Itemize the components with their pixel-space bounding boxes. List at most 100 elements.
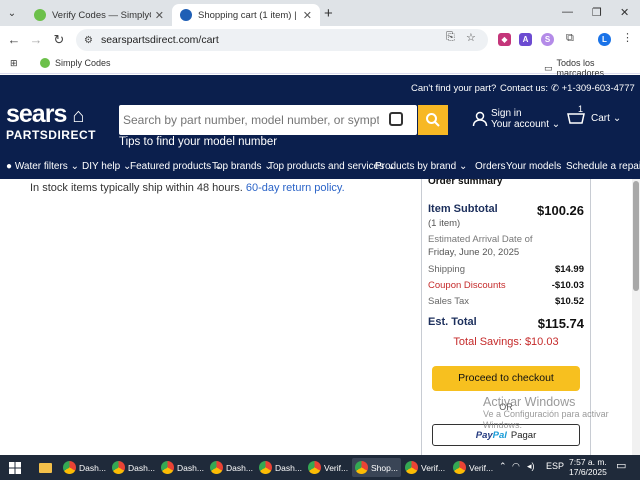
scrollbar-thumb[interactable] <box>633 181 639 291</box>
nav-schedule-repair[interactable]: Schedule a repair <box>566 161 640 172</box>
stock-text: In stock items typically ship within 48 … <box>30 182 243 194</box>
address-bar[interactable]: ⚙ searspartsdirect.com/cart <box>76 29 488 51</box>
taskbar-chrome-verif-1[interactable]: Verif... <box>305 458 351 477</box>
nav-label: Water filters <box>14 161 68 172</box>
chrome-icon <box>210 461 223 474</box>
tax-value: $10.52 <box>554 296 584 307</box>
tab-list-icon[interactable]: ⌄ <box>4 6 20 22</box>
site-header: Can't find your part? Contact us: ✆ +1-3… <box>0 75 640 179</box>
close-tab-icon[interactable]: ✕ <box>303 9 312 22</box>
chrome-icon <box>308 461 321 474</box>
subtotal-label: Item Subtotal <box>428 203 498 215</box>
taskbar-chrome-shop[interactable]: Shop... <box>352 458 401 477</box>
browser-toolbar: ← → ↻ ⚙ searspartsdirect.com/cart ⎘ ☆ ◆ … <box>0 26 640 54</box>
phone-number: +1-309-603-4777 <box>561 83 635 94</box>
search-icon <box>426 113 440 127</box>
taskbar-chrome-verif-3[interactable]: Verif... <box>450 458 496 477</box>
search-box <box>119 105 417 135</box>
volume-icon[interactable]: ◂) <box>527 461 535 472</box>
chevron-down-icon: ⌄ <box>551 119 561 130</box>
bookmark-simply-codes[interactable]: Simply Codes <box>40 58 111 68</box>
taskbar-chrome-dash-4[interactable]: Dash... <box>207 458 256 477</box>
close-window-icon[interactable]: ✕ <box>620 6 629 19</box>
taskbar-label: Dash... <box>128 462 155 473</box>
sears-logo[interactable]: sears ⌂ PARTSDIRECT <box>6 101 96 141</box>
nav-orders[interactable]: Orders <box>475 161 506 172</box>
restore-window-icon[interactable]: ❐ <box>592 6 602 19</box>
taskbar-clock[interactable]: 7:57 a. m. 17/6/2025 <box>569 457 607 477</box>
paypal-label: Pagar <box>510 429 537 441</box>
account-label: Your account <box>491 119 550 130</box>
reload-icon[interactable]: ↻ <box>51 32 67 48</box>
taskbar-chrome-dash-1[interactable]: Dash... <box>60 458 109 477</box>
phone-icon: ✆ <box>551 83 559 94</box>
chrome-icon <box>259 461 272 474</box>
network-wifi-icon[interactable]: ◠ <box>512 461 520 472</box>
search-button[interactable] <box>418 105 448 135</box>
file-explorer-icon[interactable] <box>36 458 55 477</box>
cart-count-badge: 1 <box>578 104 584 114</box>
close-tab-icon[interactable]: ✕ <box>155 9 164 22</box>
simplycodes-icon <box>40 58 50 68</box>
coupon-label: Coupon Discounts <box>428 280 506 291</box>
nav-your-models[interactable]: Your models <box>506 161 561 172</box>
taskbar-chrome-verif-2[interactable]: Verif... <box>402 458 448 477</box>
nav-top-brands[interactable]: Top brands ⌄ <box>212 161 273 172</box>
scan-model-icon[interactable] <box>389 112 403 126</box>
search-input[interactable] <box>119 105 379 135</box>
folder-icon: ▭ <box>544 62 553 73</box>
taskbar-chrome-dash-3[interactable]: Dash... <box>158 458 207 477</box>
start-windows-icon[interactable] <box>6 458 24 477</box>
watermark-title: Activar Windows <box>483 395 576 409</box>
extension-sc-icon[interactable]: S <box>541 33 554 46</box>
cart-button[interactable]: 1 Cart ⌄ <box>566 104 621 126</box>
windows-taskbar: Dash... Dash... Dash... Dash... Dash... … <box>0 455 640 480</box>
nav-water-filters[interactable]: ● Water filters ⌄ <box>6 161 79 172</box>
site-info-icon[interactable]: ⚙ <box>84 35 93 46</box>
extensions-puzzle-icon[interactable]: ⧉ <box>566 32 574 45</box>
bookmark-star-icon[interactable]: ☆ <box>466 31 476 44</box>
page-scrollbar[interactable] <box>632 179 640 455</box>
shipping-value: $14.99 <box>554 264 584 275</box>
clock-time: 7:57 a. m. <box>569 457 607 467</box>
extension-shield-icon[interactable]: ◆ <box>498 33 511 46</box>
chevron-down-icon: ⌄ <box>70 161 79 172</box>
clock-date: 17/6/2025 <box>569 467 607 477</box>
minimize-window-icon[interactable]: — <box>562 6 573 18</box>
taskbar-label: Verif... <box>324 462 349 473</box>
back-arrow-icon[interactable]: ← <box>6 32 22 47</box>
nav-diy-help[interactable]: DIY help ⌄ <box>82 161 131 172</box>
taskbar-chrome-dash-2[interactable]: Dash... <box>109 458 158 477</box>
phone-link[interactable]: ✆ +1-309-603-4777 <box>551 83 635 94</box>
sign-in-button[interactable]: Sign in Your account ⌄ <box>472 108 560 130</box>
new-tab-icon[interactable]: + <box>324 5 333 22</box>
model-number-tips-link[interactable]: Tips to find your model number <box>119 136 277 148</box>
windows-activation-watermark: Activar Windows Ve a Configuración para … <box>483 395 623 431</box>
menu-kebab-icon[interactable]: ⋮ <box>622 31 633 44</box>
notifications-icon[interactable]: ▭ <box>616 459 626 472</box>
tray-chevron-up-icon[interactable]: ⌃ <box>499 461 507 472</box>
house-logo-icon: ⌂ <box>72 105 84 127</box>
profile-avatar[interactable]: L <box>598 33 611 46</box>
taskbar-chrome-dash-5[interactable]: Dash... <box>256 458 305 477</box>
return-policy-link[interactable]: 60-day return policy. <box>246 182 345 194</box>
nav-products-by-brand[interactable]: Products by brand ⌄ <box>375 161 467 172</box>
proceed-to-checkout-button[interactable]: Proceed to checkout <box>432 366 580 391</box>
extension-a-icon[interactable]: A <box>519 33 532 46</box>
nav-featured-products[interactable]: Featured products ⌄ <box>130 161 222 172</box>
stock-notice: In stock items typically ship within 48 … <box>30 182 345 194</box>
bookmark-label: Simply Codes <box>55 58 111 68</box>
browser-tab-shopping-cart[interactable]: Shopping cart (1 item) | Sears P ✕ <box>172 4 320 26</box>
forward-arrow-icon[interactable]: → <box>28 32 44 47</box>
cart-label: Cart <box>591 112 610 124</box>
language-indicator[interactable]: ESP <box>546 461 564 471</box>
cant-find-part-link[interactable]: Can't find your part? <box>411 83 496 94</box>
sears-favicon-icon <box>180 9 192 21</box>
chrome-icon <box>405 461 418 474</box>
install-app-icon[interactable]: ⎘ <box>446 31 455 44</box>
browser-tab-verify-codes[interactable]: Verify Codes — SimplyCodes ✕ <box>26 4 172 26</box>
apps-grid-icon[interactable]: ⊞ <box>10 58 18 69</box>
coupon-value: -$10.03 <box>551 280 584 291</box>
watermark-text: Ve a Configuración para activar Windows. <box>483 409 609 430</box>
chevron-down-icon: ⌄ <box>458 161 468 172</box>
